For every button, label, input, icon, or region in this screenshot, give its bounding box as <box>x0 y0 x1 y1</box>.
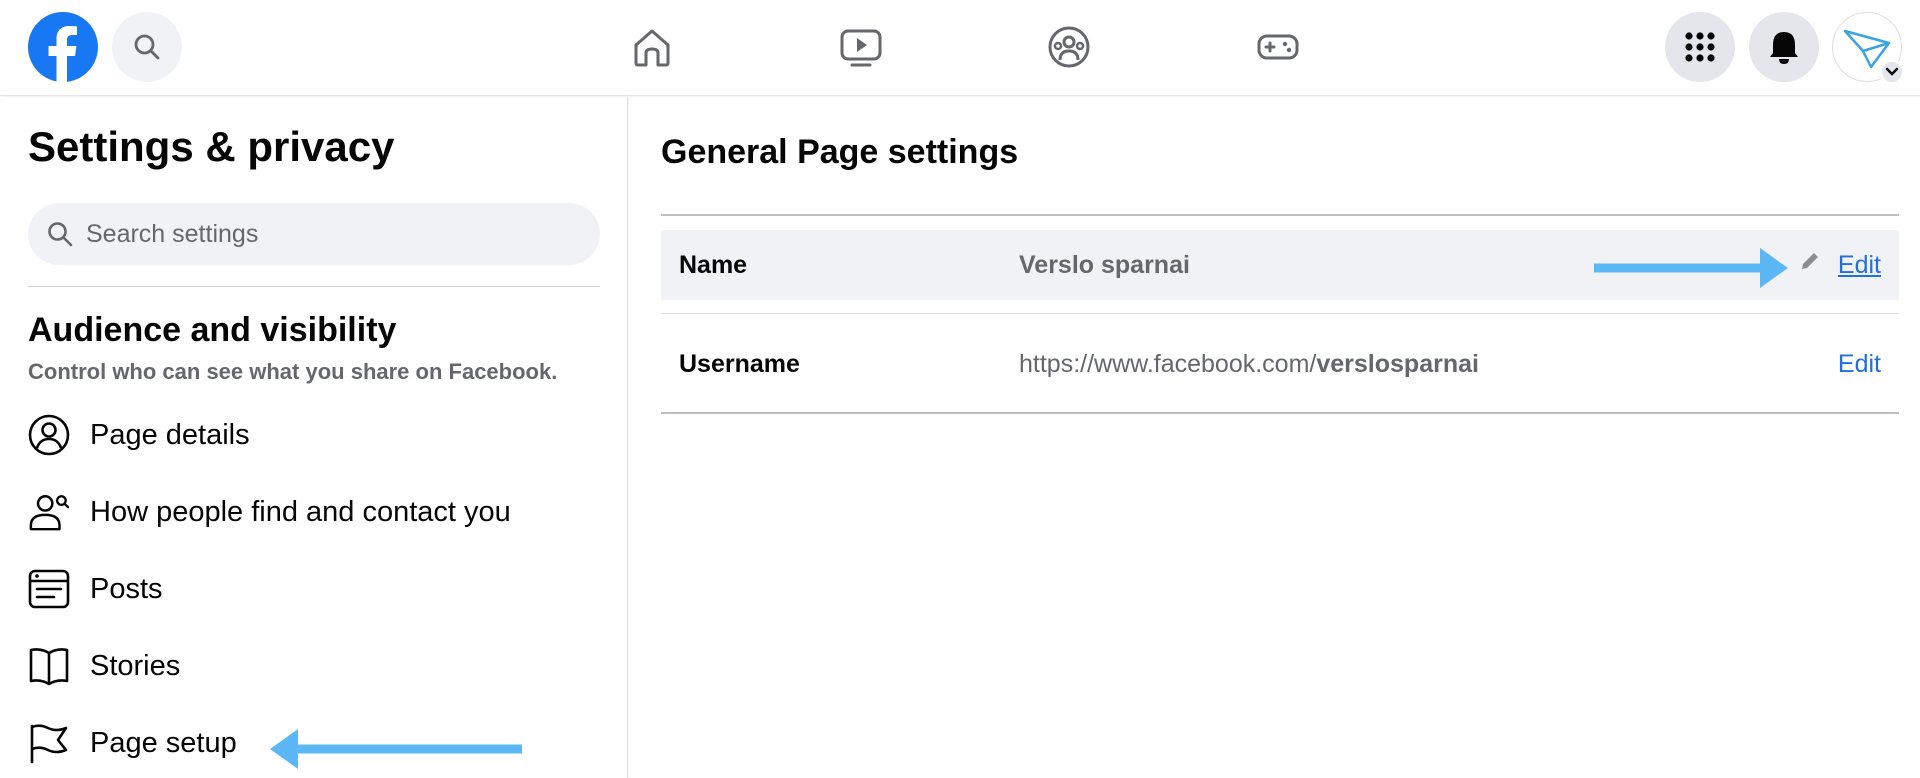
divider <box>661 412 1899 414</box>
watch-icon <box>840 29 882 67</box>
sidebar-item-page-details[interactable]: Page details <box>28 405 608 465</box>
settings-search-input[interactable] <box>86 219 566 249</box>
groups-icon <box>1048 26 1090 68</box>
top-navigation-bar <box>0 0 1920 96</box>
sidebar-item-label: Stories <box>90 649 181 682</box>
annotation-arrow-right <box>1594 248 1788 288</box>
username-setting-row: Username https://www.facebook.com/verslo… <box>661 329 1899 399</box>
sidebar-item-label: Page details <box>90 418 250 451</box>
person-circle-icon <box>28 411 70 459</box>
posts-icon <box>28 565 70 613</box>
sidebar-item-how-people-find[interactable]: How people find and contact you <box>28 482 608 542</box>
menu-button[interactable] <box>1665 12 1735 82</box>
menu-grid-icon <box>1685 32 1715 62</box>
facebook-logo-icon[interactable] <box>28 12 98 82</box>
home-icon <box>634 29 670 67</box>
sidebar-item-label: How people find and contact you <box>90 495 511 528</box>
sidebar-item-stories[interactable]: Stories <box>28 636 608 696</box>
settings-search-box[interactable] <box>28 203 600 265</box>
chevron-down-icon <box>1885 67 1899 76</box>
account-menu-chevron[interactable] <box>1880 60 1904 84</box>
gaming-icon <box>1257 34 1299 60</box>
book-icon <box>28 642 70 690</box>
gaming-nav-button[interactable] <box>1251 20 1305 74</box>
divider <box>661 214 1899 216</box>
search-icon <box>48 222 73 247</box>
divider <box>661 313 1899 314</box>
row-label: Username <box>679 349 800 378</box>
notifications-button[interactable] <box>1749 12 1819 82</box>
sidebar-item-posts[interactable]: Posts <box>28 559 608 619</box>
flag-icon <box>28 719 70 767</box>
section-description: Control who can see what you share on Fa… <box>28 359 558 384</box>
username-url-prefix: https://www.facebook.com/ <box>1019 349 1317 378</box>
page-name-value: Verslo sparnai <box>1019 250 1190 279</box>
sidebar-item-label: Page setup <box>90 726 237 759</box>
notifications-bell-icon <box>1770 32 1798 64</box>
sidebar-title: Settings & privacy <box>28 123 395 170</box>
search-button[interactable] <box>112 12 182 82</box>
pencil-icon <box>1802 253 1818 269</box>
username-handle: verslosparnai <box>1316 349 1479 378</box>
settings-sidebar: Settings & privacy Audience and visibili… <box>0 97 628 778</box>
watch-nav-button[interactable] <box>834 20 888 74</box>
person-search-icon <box>28 488 70 536</box>
groups-nav-button[interactable] <box>1042 20 1096 74</box>
edit-username-link[interactable]: Edit <box>1838 350 1881 379</box>
sidebar-divider <box>28 286 600 287</box>
page-title: General Page settings <box>661 133 1019 171</box>
row-label: Name <box>679 250 748 279</box>
edit-name-link[interactable]: Edit <box>1838 251 1881 280</box>
search-icon <box>134 34 160 60</box>
username-value: https://www.facebook.com/verslosparnai <box>1019 350 1479 379</box>
annotation-arrow-left <box>270 729 522 769</box>
section-title: Audience and visibility <box>28 311 397 349</box>
sidebar-item-label: Posts <box>90 572 163 605</box>
home-nav-button[interactable] <box>625 20 679 74</box>
